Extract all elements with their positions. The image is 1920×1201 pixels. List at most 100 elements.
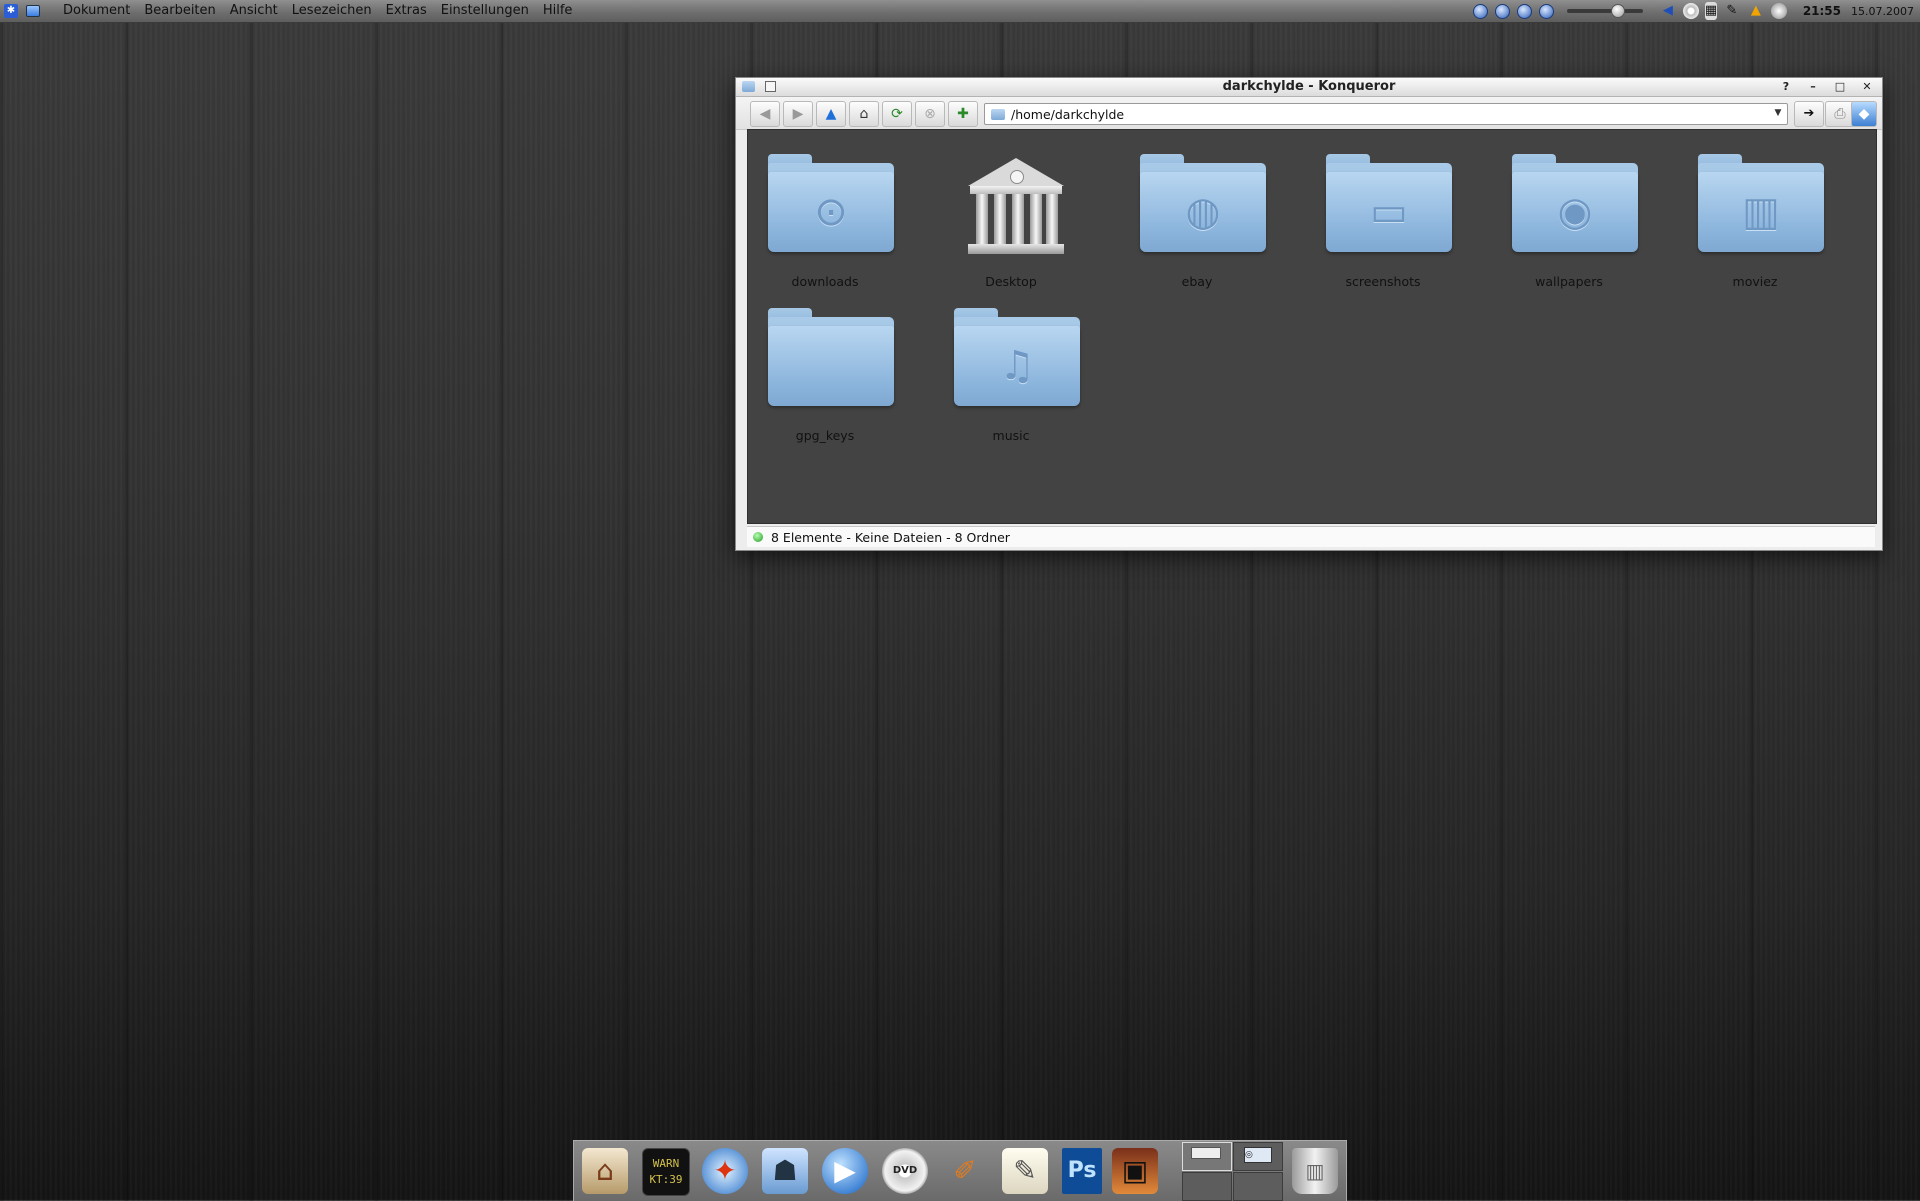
folder-item-desktop[interactable]: Desktop — [936, 150, 1086, 300]
stop-button[interactable]: ⊗ — [915, 101, 945, 127]
pager-desktop-4[interactable] — [1233, 1172, 1283, 1201]
photo-app-icon[interactable]: ▣ — [1112, 1148, 1158, 1194]
clock[interactable]: 21:55 — [1803, 4, 1841, 18]
go-arrow-icon: ➔ — [1803, 106, 1815, 121]
maximize-button[interactable]: □ — [1829, 79, 1851, 94]
folder-icon — [768, 308, 894, 406]
menu-einstellungen[interactable]: Einstellungen — [434, 0, 536, 22]
arrow-up-icon: ▲ — [825, 106, 837, 122]
pager-desktop-1[interactable] — [1182, 1142, 1232, 1171]
dock: ⌂ WARN KT:39 ✦ ☗ ▶ DVD ✐ ✎ Ps ▣ ◎ ▥ — [573, 1140, 1347, 1201]
preview-icon[interactable]: ☗ — [762, 1148, 808, 1194]
pen-icon[interactable]: ✎ — [1723, 2, 1741, 20]
minimize-button[interactable]: – — [1802, 79, 1824, 94]
menu-dokument[interactable]: Dokument — [56, 0, 137, 22]
chevron-down-icon[interactable]: ▼ — [1771, 106, 1785, 120]
console-icon[interactable]: WARN KT:39 — [642, 1148, 690, 1196]
calculator-icon[interactable]: ▦ — [1704, 2, 1717, 20]
text-editor-icon[interactable]: ✎ — [1002, 1148, 1048, 1194]
date[interactable]: 15.07.2007 — [1851, 5, 1914, 18]
folder-item-moviez[interactable]: ▥ moviez — [1680, 150, 1830, 300]
go-button[interactable]: ➔ — [1794, 101, 1824, 127]
toolbar: ◀ ▶ ▲ ⌂ ⟳ ⊗ ✚ /home/darkchylde ▼ ➔ ⎙ ◆ — [736, 97, 1882, 130]
menu-items: Dokument Bearbeiten Ansicht Lesezeichen … — [56, 0, 579, 22]
help-button[interactable]: ? — [1775, 79, 1797, 94]
folder-label: wallpapers — [1535, 274, 1603, 289]
window-title: darkchylde - Konqueror — [1222, 79, 1396, 94]
volume-slider[interactable] — [1566, 4, 1643, 18]
volume-knob[interactable] — [1610, 4, 1625, 18]
location-input[interactable]: /home/darkchylde — [1011, 107, 1124, 122]
arrow-left-icon: ◀ — [759, 106, 771, 122]
menu-hilfe[interactable]: Hilfe — [536, 0, 580, 22]
stop-icon: ⊗ — [924, 106, 936, 122]
file-view[interactable]: ⊙ downloads Desktop ◍ ebay ▭ screenshots… — [747, 129, 1877, 524]
menubar: ✱ Dokument Bearbeiten Ansicht Lesezeiche… — [0, 0, 1920, 23]
folder-label: music — [992, 428, 1030, 443]
dvd-player-icon[interactable]: DVD — [882, 1148, 928, 1194]
window-icon: ▭ — [1370, 189, 1408, 235]
menu-ansicht[interactable]: Ansicht — [223, 0, 285, 22]
kde-icon[interactable]: ✱ — [4, 4, 18, 18]
download-icon: ⊙ — [814, 189, 848, 235]
location-bar[interactable]: /home/darkchylde ▼ — [984, 103, 1788, 125]
folder-label: downloads — [791, 274, 859, 289]
folder-label: ebay — [1181, 274, 1213, 289]
status-indicator-icon — [753, 532, 763, 542]
previous-track-icon[interactable] — [1472, 3, 1488, 19]
warning-icon[interactable]: ▲ — [1747, 2, 1765, 20]
forward-button[interactable]: ▶ — [783, 101, 813, 127]
film-icon: ▥ — [1742, 189, 1780, 235]
desktop-pager[interactable]: ◎ — [1182, 1142, 1284, 1201]
home-folder-icon[interactable]: ⌂ — [582, 1148, 628, 1194]
close-button[interactable]: ✕ — [1856, 79, 1878, 94]
trash-icon[interactable]: ▥ — [1292, 1148, 1338, 1194]
media-player-icon[interactable]: ▶ — [822, 1148, 868, 1194]
folder-icon — [991, 108, 1005, 120]
applications-icon[interactable]: ✐ — [942, 1148, 988, 1194]
folder-item-screenshots[interactable]: ▭ screenshots — [1308, 150, 1458, 300]
folder-item-downloads[interactable]: ⊙ downloads — [750, 150, 900, 300]
speaker-icon[interactable]: ◀ — [1659, 2, 1677, 20]
reload-button[interactable]: ⟳ — [882, 101, 912, 127]
next-track-icon[interactable] — [1538, 3, 1554, 19]
menu-extras[interactable]: Extras — [379, 0, 434, 22]
stop-icon[interactable] — [1516, 3, 1532, 19]
up-button[interactable]: ▲ — [816, 101, 846, 127]
menu-bearbeiten[interactable]: Bearbeiten — [137, 0, 222, 22]
window-menu-icon[interactable] — [26, 5, 40, 17]
titlebar[interactable]: darkchylde - Konqueror ? – □ ✕ — [736, 78, 1882, 97]
folder-item-music[interactable]: ♫ music — [936, 304, 1086, 454]
music-note-icon: ♫ — [999, 343, 1035, 389]
status-text: 8 Elemente - Keine Dateien - 8 Ordner — [771, 529, 1010, 545]
library-icon — [968, 158, 1064, 254]
pause-icon[interactable] — [1494, 3, 1510, 19]
new-folder-icon: ✚ — [957, 106, 969, 122]
konqueror-button[interactable]: ◆ — [1851, 101, 1877, 127]
network-icon[interactable] — [1770, 3, 1787, 19]
reload-icon: ⟳ — [891, 106, 903, 122]
system-tray: ◀ ▦ ✎ ▲ 21:55 15.07.2007 — [1472, 0, 1920, 22]
konqueror-icon: ◆ — [1858, 106, 1870, 122]
pager-desktop-3[interactable] — [1182, 1172, 1232, 1201]
folder-icon: ♫ — [954, 308, 1080, 406]
folder-item-gpg-keys[interactable]: gpg_keys — [750, 304, 900, 454]
back-button[interactable]: ◀ — [750, 101, 780, 127]
folder-icon: ◉ — [1512, 154, 1638, 252]
folder-label: gpg_keys — [795, 428, 855, 443]
folder-item-wallpapers[interactable]: ◉ wallpapers — [1494, 150, 1644, 300]
photoshop-icon[interactable]: Ps — [1062, 1148, 1102, 1194]
disc-icon[interactable] — [1682, 3, 1699, 19]
camera-icon: ◉ — [1557, 189, 1593, 235]
pager-desktop-2[interactable]: ◎ — [1233, 1142, 1283, 1171]
home-button[interactable]: ⌂ — [849, 101, 879, 127]
folder-label: moviez — [1732, 274, 1778, 289]
folder-item-ebay[interactable]: ◍ ebay — [1122, 150, 1272, 300]
folder-label: screenshots — [1345, 274, 1421, 289]
menu-lesezeichen[interactable]: Lesezeichen — [285, 0, 379, 22]
arrow-right-icon: ▶ — [792, 106, 804, 122]
folder-icon: ▭ — [1326, 154, 1452, 252]
new-folder-button[interactable]: ✚ — [948, 101, 978, 127]
statusbar: 8 Elemente - Keine Dateien - 8 Ordner — [747, 526, 1875, 547]
compass-browser-icon[interactable]: ✦ — [702, 1148, 748, 1194]
